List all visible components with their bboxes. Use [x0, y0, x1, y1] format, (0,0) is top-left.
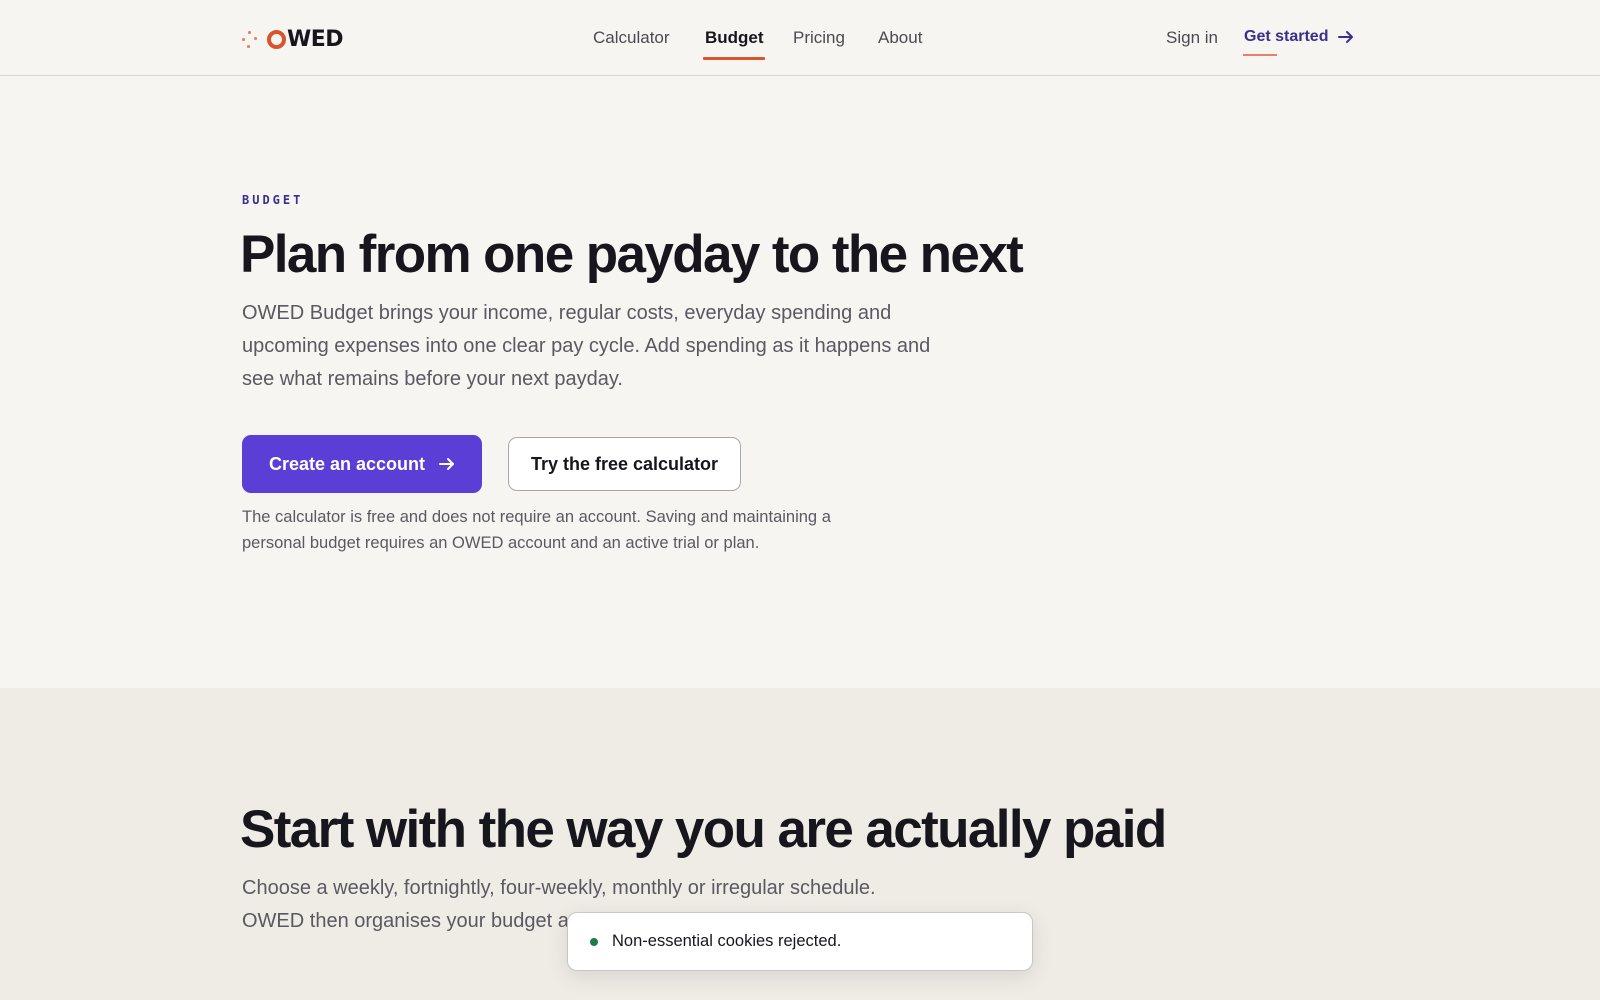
nav-budget[interactable]: Budget	[705, 26, 764, 50]
logo-o-ring	[267, 29, 286, 49]
create-account-label: Create an account	[268, 453, 426, 474]
toast-message: Non-essential cookies rejected.	[612, 932, 842, 950]
hero-title: Plan from one payday to the next	[240, 225, 1024, 284]
hero-section: BUDGET Plan from one payday to the next …	[0, 77, 1600, 688]
logo-wordmark: WED	[267, 26, 344, 52]
get-started-label: Get started	[1244, 28, 1329, 45]
sign-in-link[interactable]: Sign in	[1166, 26, 1218, 50]
arrow-right-icon	[439, 458, 455, 470]
section-title: Start with the way you are actually paid	[240, 800, 1167, 859]
get-started-link[interactable]: Get started	[1244, 25, 1354, 49]
nav-calculator[interactable]: Calculator	[593, 26, 670, 50]
hero-note: The calculator is free and does not requ…	[242, 508, 831, 552]
hero-description: OWED Budget brings your income, regular …	[242, 302, 931, 390]
nav-pricing[interactable]: Pricing	[793, 26, 845, 50]
hero-eyebrow: BUDGET	[242, 193, 304, 207]
nav-about[interactable]: About	[878, 26, 922, 50]
active-nav-indicator	[703, 57, 765, 60]
status-dot-icon	[590, 937, 598, 946]
cookie-toast: Non-essential cookies rejected.	[567, 912, 1033, 971]
site-header: WED Calculator Budget Pricing About Sign…	[0, 0, 1600, 76]
get-started-underline	[1243, 54, 1277, 56]
logo-link[interactable]: WED	[242, 26, 344, 52]
logo-text: WED	[287, 26, 344, 52]
arrow-right-icon	[1338, 31, 1354, 43]
create-account-button[interactable]: Create an account	[242, 435, 482, 493]
sparkle-dots-icon	[242, 29, 258, 49]
try-calculator-button[interactable]: Try the free calculator	[508, 437, 741, 491]
